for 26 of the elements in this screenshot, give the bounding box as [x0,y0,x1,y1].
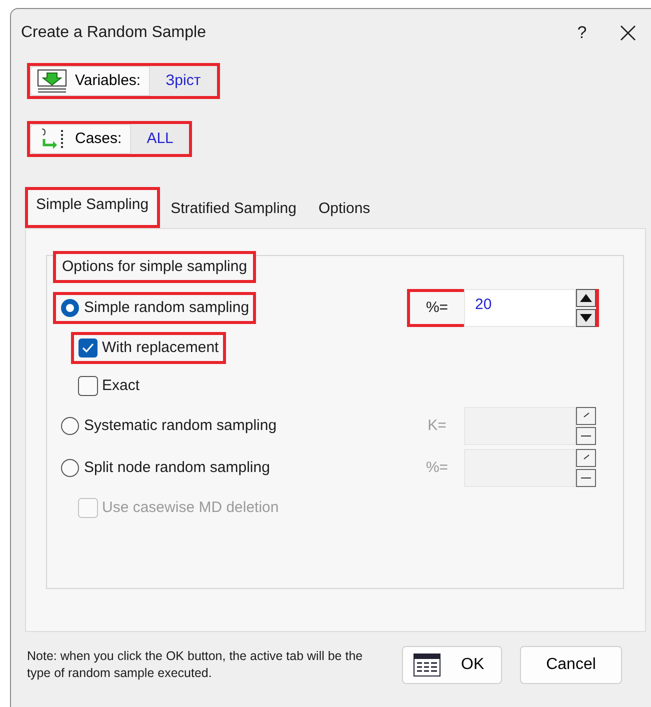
variables-button[interactable]: Variables: Зріст [27,63,220,99]
spinner-buttons[interactable] [576,289,596,327]
slash-icon [576,449,596,467]
cases-button[interactable]: Cases: ALL [27,121,192,157]
cancel-button[interactable]: Cancel [520,646,622,684]
checkbox-option[interactable]: Exact [71,370,147,402]
field-label: K= [426,416,448,436]
input-field[interactable]: 20 [464,289,576,327]
checkbox-option[interactable]: With replacement [71,332,226,364]
radio-option[interactable]: Simple random sampling [53,292,256,324]
radio-option[interactable]: Split node random sampling [53,452,277,484]
minus-icon [576,469,596,487]
note-text: Note: when you click the OK button, the active tab will be the type of random sample executed. [27,648,364,681]
group-title: Options for simple sampling [53,250,256,283]
dialog-title: Create a Random Sample [21,23,207,43]
ok-button[interactable]: OK [402,646,502,684]
variables-icon [37,69,67,93]
radio-option[interactable]: Systematic random sampling [53,410,284,442]
table-icon [413,652,441,676]
slash-icon [576,407,596,425]
minus-icon [576,427,596,445]
help-button[interactable]: ? [559,20,605,46]
field-label: %= [424,298,450,318]
field-label: %= [424,458,450,478]
close-icon [620,25,636,41]
tab[interactable]: Simple Sampling [25,187,160,228]
